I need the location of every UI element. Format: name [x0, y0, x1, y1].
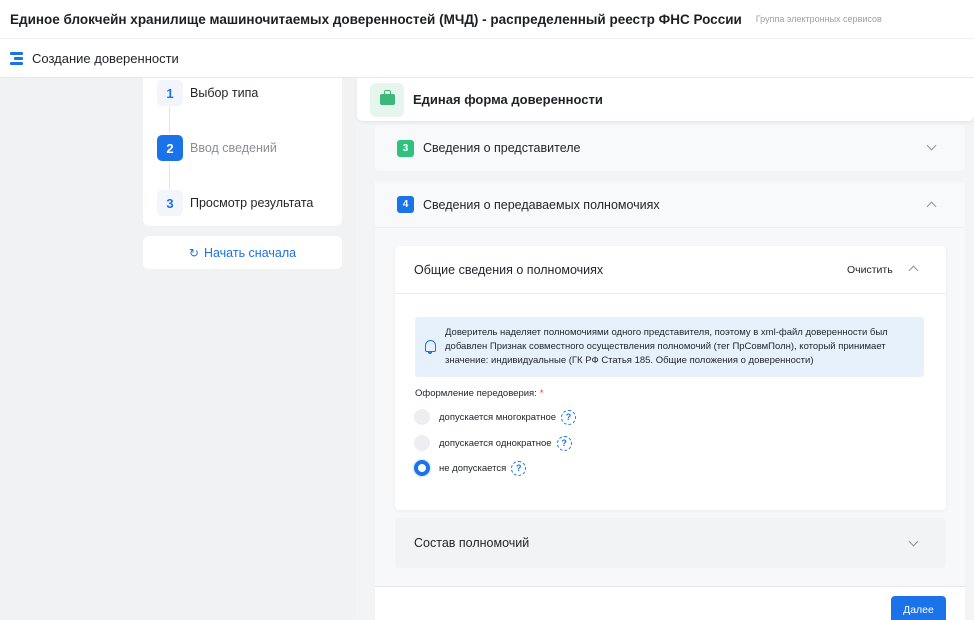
radio-button[interactable]	[414, 435, 430, 451]
step-label: Ввод сведений	[190, 141, 277, 155]
section-title: Сведения о представителе	[423, 141, 581, 155]
restart-label: Начать сначала	[203, 245, 297, 260]
step-label: Просмотр результата	[190, 196, 314, 210]
info-text: Доверитель наделяет полномочиями одного …	[445, 327, 888, 366]
radio-label[interactable]: допускается многократное	[439, 412, 556, 423]
restart-button[interactable]: ↻ Начать сначала	[143, 236, 342, 269]
section-number-badge: 3	[397, 139, 414, 157]
info-alert: Доверитель наделяет полномочиями одного …	[415, 317, 924, 377]
chevron-up-icon[interactable]	[908, 265, 919, 276]
refresh-icon: ↻	[188, 245, 199, 260]
step-item-2[interactable]: 2 Ввод сведений	[157, 135, 277, 161]
section-number-badge: 4	[397, 196, 414, 213]
help-icon[interactable]: ?	[561, 409, 577, 425]
step-connector	[169, 162, 170, 190]
composition-card[interactable]: Состав полномочий	[395, 518, 946, 568]
radio-option-multiple[interactable]: допускается многократное ?	[414, 409, 577, 425]
page-header: Создание доверенности	[0, 38, 974, 78]
radio-button-selected[interactable]	[414, 460, 430, 476]
step-connector	[169, 106, 170, 134]
app-subtitle: Группа электронных сервисов	[755, 14, 882, 24]
next-button[interactable]: Далее	[891, 596, 946, 620]
field-label-text: Оформление передоверия:	[415, 388, 537, 399]
chevron-down-icon[interactable]	[908, 536, 919, 547]
radio-option-not-allowed[interactable]: не допускается ?	[414, 460, 527, 476]
form-title: Единая форма доверенности	[413, 92, 603, 107]
redelegation-label: Оформление передоверия: *	[415, 388, 544, 399]
required-mark: *	[539, 388, 544, 399]
card-title: Состав полномочий	[414, 536, 530, 550]
step-item-1[interactable]: 1 Выбор типа	[157, 80, 258, 106]
step-label: Выбор типа	[190, 86, 259, 100]
general-powers-card: Общие сведения о полномочиях Очистить До…	[395, 246, 946, 510]
briefcase-icon	[370, 82, 404, 117]
clear-button[interactable]: Очистить	[847, 264, 893, 276]
radio-button[interactable]	[414, 409, 430, 425]
step-number: 3	[157, 190, 183, 216]
wizard-steps: 1 Выбор типа 2 Ввод сведений 3 Просмотр …	[143, 78, 342, 226]
radio-option-single[interactable]: допускается однократное ?	[414, 435, 572, 451]
app-header: Единое блокчейн хранилище машиночитаемых…	[0, 0, 974, 38]
radio-label[interactable]: не допускается	[439, 463, 506, 474]
chevron-down-icon[interactable]	[926, 140, 937, 151]
bell-icon	[425, 340, 436, 354]
help-icon[interactable]: ?	[556, 435, 572, 451]
form-footer	[375, 586, 965, 620]
section-representative[interactable]: 3 Сведения о представителе	[375, 125, 965, 171]
help-icon[interactable]: ?	[511, 460, 527, 476]
list-icon	[10, 51, 23, 65]
section-powers[interactable]: 4 Сведения о передаваемых полномочиях	[375, 182, 965, 228]
section-title: Сведения о передаваемых полномочиях	[423, 197, 660, 212]
radio-label[interactable]: допускается однократное	[439, 438, 552, 449]
chevron-up-icon[interactable]	[926, 201, 937, 212]
card-title: Общие сведения о полномочиях	[414, 263, 604, 277]
app-title: Единое блокчейн хранилище машиночитаемых…	[10, 11, 742, 27]
step-number: 1	[157, 80, 183, 106]
step-item-3[interactable]: 3 Просмотр результата	[157, 190, 313, 216]
card-header: Общие сведения о полномочиях Очистить	[395, 246, 946, 294]
step-number: 2	[157, 135, 183, 161]
form-header: Единая форма доверенности	[357, 78, 974, 121]
page-title: Создание доверенности	[32, 50, 179, 66]
